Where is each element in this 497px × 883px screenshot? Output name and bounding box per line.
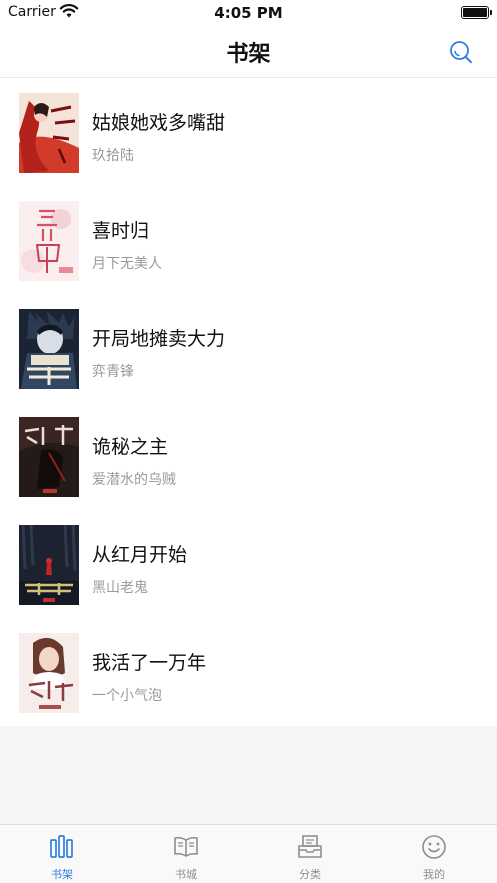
tab-bar: 书架 书城 分类 我的 bbox=[0, 824, 497, 883]
book-row[interactable]: 喜时归 月下无美人 bbox=[0, 186, 497, 294]
clock-time: 4:05 PM bbox=[214, 4, 283, 22]
empty-background bbox=[0, 726, 497, 824]
navigation-bar: 书架 bbox=[0, 26, 497, 78]
book-title: 姑娘她戏多嘴甜 bbox=[92, 112, 226, 134]
tab-label: 我的 bbox=[423, 868, 445, 881]
book-author: 爱潜水的乌贼 bbox=[92, 472, 176, 488]
book-cover-image bbox=[19, 525, 79, 605]
book-cover-image bbox=[19, 309, 79, 389]
book-cover-image bbox=[19, 417, 79, 497]
status-bar: Carrier 4:05 PM bbox=[0, 0, 497, 26]
bookshelf-icon bbox=[50, 835, 73, 858]
book-row[interactable]: 从红月开始 黑山老鬼 bbox=[0, 510, 497, 618]
bookshelf-list: 姑娘她戏多嘴甜 玖拾陆 喜时归 月下无美人 开局地摊卖大力 弈青锋 诡秘之主 爱… bbox=[0, 78, 497, 726]
tab-label: 书架 bbox=[51, 868, 73, 881]
book-row[interactable]: 开局地摊卖大力 弈青锋 bbox=[0, 294, 497, 402]
page-title: 书架 bbox=[226, 42, 271, 67]
search-icon[interactable] bbox=[447, 38, 475, 66]
book-store-icon bbox=[174, 836, 198, 857]
tab-label: 分类 bbox=[299, 868, 321, 881]
book-row[interactable]: 我活了一万年 一个小气泡 bbox=[0, 618, 497, 726]
book-author: 一个小气泡 bbox=[92, 688, 162, 704]
tab-book-store[interactable]: 书城 bbox=[124, 825, 248, 883]
book-title: 喜时归 bbox=[92, 220, 150, 242]
book-author: 黑山老鬼 bbox=[92, 580, 148, 596]
tab-bookshelf[interactable]: 书架 bbox=[0, 825, 124, 883]
book-row[interactable]: 诡秘之主 爱潜水的乌贼 bbox=[0, 402, 497, 510]
book-title: 我活了一万年 bbox=[92, 652, 207, 674]
book-author: 弈青锋 bbox=[92, 364, 134, 380]
book-cover-image bbox=[19, 633, 79, 713]
tab-profile[interactable]: 我的 bbox=[372, 825, 496, 883]
book-title: 开局地摊卖大力 bbox=[92, 328, 226, 350]
tab-category[interactable]: 分类 bbox=[248, 825, 372, 883]
book-title: 诡秘之主 bbox=[92, 436, 169, 458]
battery-icon bbox=[461, 6, 492, 19]
book-cover-image bbox=[19, 93, 79, 173]
book-title: 从红月开始 bbox=[92, 544, 188, 566]
category-icon bbox=[298, 835, 322, 858]
book-author: 玖拾陆 bbox=[92, 148, 134, 164]
smiley-profile-icon bbox=[422, 835, 446, 859]
book-row[interactable]: 姑娘她戏多嘴甜 玖拾陆 bbox=[0, 78, 497, 186]
tab-label: 书城 bbox=[175, 868, 197, 881]
book-author: 月下无美人 bbox=[92, 256, 162, 272]
book-cover-image bbox=[19, 201, 79, 281]
